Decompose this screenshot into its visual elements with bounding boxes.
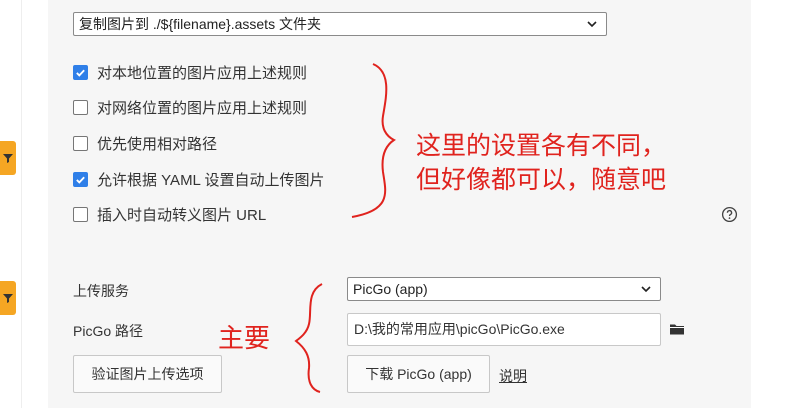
checkbox[interactable] [73, 171, 88, 187]
annotation-text-main: 主要 [218, 324, 271, 354]
filter-icon[interactable] [0, 281, 16, 315]
upload-service-label: 上传服务 [73, 283, 129, 299]
left-sidebar-strip [0, 0, 22, 408]
option-prefer-relative-path[interactable]: 优先使用相对路径 [73, 133, 217, 153]
option-yaml-auto-upload[interactable]: 允许根据 YAML 设置自动上传图片 [73, 169, 325, 189]
option-label: 优先使用相对路径 [97, 135, 218, 153]
filter-icon[interactable] [0, 141, 16, 175]
annotation-text-line2: 但好像都可以，随意吧 [416, 165, 667, 194]
help-link[interactable]: 说明 [499, 366, 527, 386]
download-picgo-button[interactable]: 下载 PicGo (app) [347, 355, 490, 393]
picgo-path-label: PicGo 路径 [73, 323, 144, 339]
option-escape-image-url[interactable]: 插入时自动转义图片 URL [73, 204, 266, 224]
picgo-path-input[interactable]: D:\我的常用应用\picGo\PicGo.exe [347, 313, 661, 346]
image-insert-select-value: 复制图片到 ./${filename}.assets 文件夹 [79, 16, 321, 32]
option-label: 对网络位置的图片应用上述规则 [97, 99, 308, 117]
option-apply-network-images[interactable]: 对网络位置的图片应用上述规则 [73, 97, 307, 117]
checkbox[interactable] [73, 206, 88, 222]
chevron-down-icon [641, 286, 651, 293]
checkbox[interactable] [73, 64, 88, 80]
chevron-down-icon [587, 21, 597, 28]
option-label: 插入时自动转义图片 URL [97, 206, 267, 224]
annotation-text-line1: 这里的设置各有不同， [416, 131, 667, 160]
option-apply-local-images[interactable]: 对本地位置的图片应用上述规则 [73, 62, 307, 82]
question-circle-icon[interactable] [721, 206, 738, 223]
option-label: 允许根据 YAML 设置自动上传图片 [97, 171, 325, 189]
image-insert-select[interactable]: 复制图片到 ./${filename}.assets 文件夹 [73, 12, 607, 36]
upload-service-value: PicGo (app) [353, 281, 428, 297]
verify-upload-button[interactable]: 验证图片上传选项 [73, 355, 222, 393]
folder-icon[interactable] [669, 322, 685, 336]
checkbox[interactable] [73, 135, 88, 151]
checkbox[interactable] [73, 99, 88, 115]
picgo-path-value: D:\我的常用应用\picGo\PicGo.exe [354, 321, 565, 337]
upload-service-select[interactable]: PicGo (app) [347, 277, 661, 301]
option-label: 对本地位置的图片应用上述规则 [97, 64, 308, 82]
